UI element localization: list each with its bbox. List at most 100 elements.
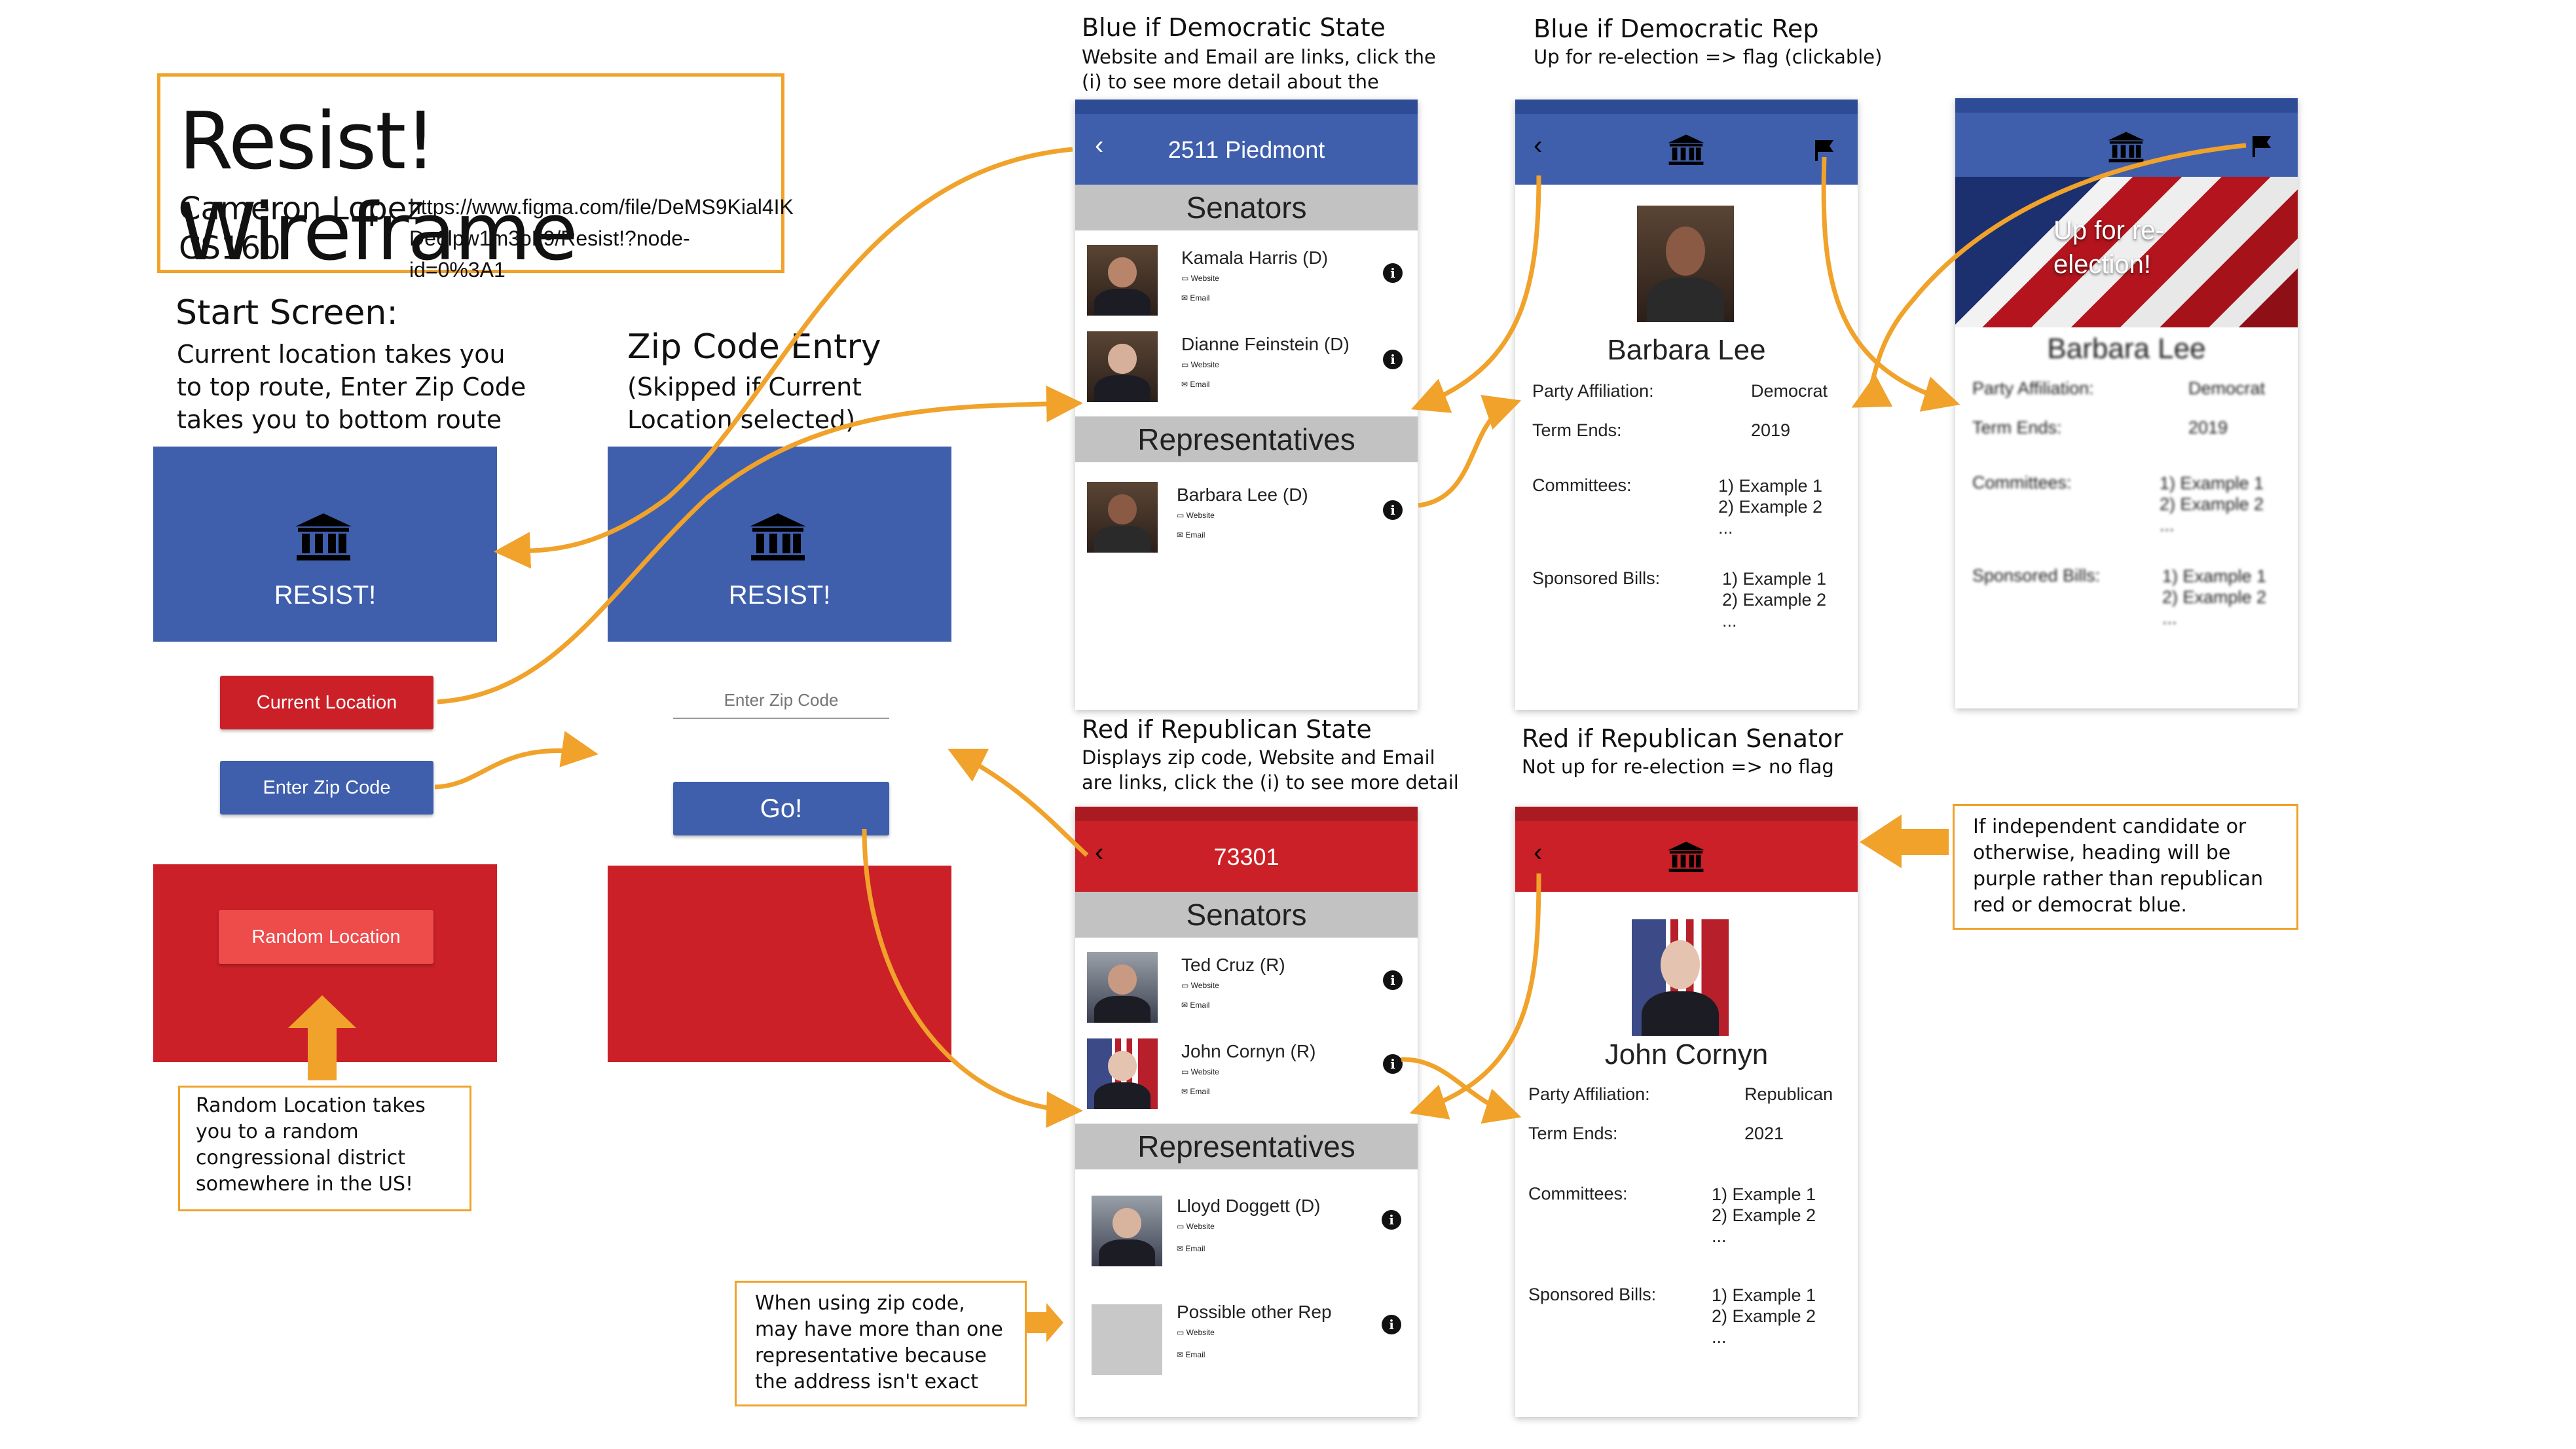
- senator-portrait: [1632, 919, 1729, 1036]
- rep-portrait: [1637, 206, 1734, 322]
- party-label: Party Affiliation:: [1532, 381, 1654, 401]
- list-item[interactable]: Kamala Harris (D) ▭ Website ✉ Email i: [1075, 237, 1418, 322]
- term-value: 2019: [1751, 420, 1791, 440]
- bills-label: Sponsored Bills:: [1972, 566, 2101, 585]
- reelection-banner-text: Up for re-election!: [2053, 216, 2164, 279]
- reelection-header: [1955, 98, 2298, 177]
- committees-list: 1) Example 1 2) Example 2...: [1718, 476, 1823, 538]
- senator-full-name: John Cornyn: [1604, 1038, 1769, 1071]
- capitol-icon: [2108, 132, 2144, 162]
- start-screen-heading: Start Screen:: [175, 293, 398, 333]
- rep-full-name: Barbara Lee: [2047, 333, 2206, 365]
- start-footer: Random Location: [153, 864, 497, 1062]
- start-header: RESIST!: [153, 447, 497, 642]
- info-icon[interactable]: i: [1383, 350, 1403, 369]
- rep-photo: [1092, 1196, 1162, 1266]
- list-item[interactable]: Possible other Rep ▭ Website ✉ Email i: [1075, 1285, 1418, 1383]
- zip-header: 73301: [1213, 843, 1279, 870]
- term-value: 2019: [2188, 418, 2228, 437]
- zip-footer: [608, 866, 951, 1062]
- dem-state-phone: ‹ 2511 Piedmont Senators Kamala Harris (…: [1075, 100, 1418, 710]
- email-link[interactable]: ✉ Email: [1177, 1244, 1205, 1253]
- committees-list: 1) Example 1 2) Example 2...: [1712, 1184, 1816, 1246]
- website-link[interactable]: ▭ Website: [1177, 1222, 1215, 1231]
- current-location-button[interactable]: Current Location: [220, 676, 433, 729]
- capitol-icon: [1668, 841, 1704, 872]
- start-screen-phone: RESIST! Current Location Enter Zip Code …: [153, 447, 497, 1062]
- status-bar: [1075, 807, 1418, 821]
- app-name: RESIST!: [274, 581, 377, 610]
- info-icon[interactable]: i: [1382, 1315, 1401, 1334]
- email-link[interactable]: ✉ Email: [1181, 380, 1209, 389]
- website-link[interactable]: ▭ Website: [1181, 360, 1219, 369]
- party-value: Democrat: [2188, 378, 2266, 398]
- email-link[interactable]: ✉ Email: [1177, 530, 1205, 540]
- dem-rep-caption-text: Up for re-election => flag (clickable): [1534, 46, 1883, 68]
- website-link[interactable]: ▭ Website: [1177, 511, 1215, 520]
- rep-name: Barbara Lee (D): [1177, 485, 1308, 505]
- dem-rep-header: ‹: [1515, 100, 1858, 185]
- location-header: 2511 Piedmont: [1168, 136, 1325, 163]
- rep-photo: [1087, 482, 1158, 553]
- senators-section: Senators: [1075, 892, 1418, 938]
- email-link[interactable]: ✉ Email: [1181, 1087, 1209, 1096]
- committees-label: Committees:: [1532, 475, 1632, 495]
- zip-header: RESIST!: [608, 447, 951, 642]
- zip-screen-description: (Skipped if Current Location selected): [627, 373, 862, 434]
- rep-state-phone: ‹ 73301 Senators Ted Cruz (R) ▭ Website …: [1075, 807, 1418, 1417]
- author-block: Cameron Lopez CS160: [179, 189, 423, 268]
- capitol-icon: [750, 513, 806, 560]
- website-link[interactable]: ▭ Website: [1181, 981, 1219, 990]
- back-chevron-icon[interactable]: ‹: [1534, 838, 1542, 868]
- figma-link[interactable]: https://www.figma.com/file/DeMS9Kial4IK …: [409, 191, 794, 285]
- list-item[interactable]: John Cornyn (R) ▭ Website ✉ Email i: [1075, 1031, 1418, 1116]
- dem-state-header: ‹ 2511 Piedmont: [1075, 100, 1418, 185]
- rep-senator-header: ‹: [1515, 807, 1858, 892]
- info-icon[interactable]: i: [1383, 1054, 1403, 1074]
- zip-code-input[interactable]: [673, 682, 889, 719]
- website-link[interactable]: ▭ Website: [1177, 1328, 1215, 1337]
- website-link[interactable]: ▭ Website: [1181, 1067, 1219, 1076]
- term-label: Term Ends:: [1532, 420, 1622, 440]
- rep-state-caption-title: Red if Republican State: [1082, 715, 1372, 744]
- go-button[interactable]: Go!: [673, 782, 889, 835]
- course-code: CS160: [179, 230, 281, 266]
- website-link[interactable]: ▭ Website: [1181, 274, 1219, 283]
- reelection-phone: Up for re-election! Barbara Lee Party Af…: [1955, 98, 2298, 708]
- list-item[interactable]: Lloyd Doggett (D) ▭ Website ✉ Email i: [1075, 1181, 1418, 1279]
- bills-list: 1) Example 1 2) Example 2...: [2162, 566, 2267, 628]
- email-link[interactable]: ✉ Email: [1181, 293, 1209, 303]
- email-link[interactable]: ✉ Email: [1181, 1000, 1209, 1010]
- info-icon[interactable]: i: [1382, 1210, 1401, 1230]
- bills-list: 1) Example 1 2) Example 2...: [1712, 1285, 1816, 1347]
- list-item[interactable]: Barbara Lee (D) ▭ Website ✉ Email i: [1075, 474, 1418, 559]
- rep-name: Possible other Rep: [1177, 1302, 1332, 1322]
- rep-state-caption-text: Displays zip code, Website and Email are…: [1082, 746, 1459, 794]
- info-icon[interactable]: i: [1383, 970, 1403, 990]
- flag-icon[interactable]: [2251, 135, 2272, 158]
- random-location-button[interactable]: Random Location: [219, 910, 433, 964]
- rep-senator-caption-text: Not up for re-election => no flag: [1522, 756, 1834, 778]
- senator-photo: [1087, 952, 1158, 1023]
- email-link[interactable]: ✉ Email: [1177, 1350, 1205, 1359]
- us-flag-banner[interactable]: Up for re-election!: [1955, 177, 2298, 327]
- party-label: Party Affiliation:: [1972, 378, 2094, 398]
- status-bar: [1075, 100, 1418, 114]
- dem-rep-phone: ‹ Barbara Lee Party Affiliation: Democra…: [1515, 100, 1858, 710]
- party-value: Republican: [1744, 1084, 1833, 1104]
- back-chevron-icon[interactable]: ‹: [1534, 131, 1542, 160]
- senator-name: Kamala Harris (D): [1181, 248, 1329, 268]
- bills-label: Sponsored Bills:: [1528, 1285, 1657, 1304]
- senator-name: Dianne Feinstein (D): [1181, 334, 1350, 354]
- rep-full-name: Barbara Lee: [1607, 334, 1766, 366]
- flag-icon[interactable]: [1814, 139, 1835, 162]
- list-item[interactable]: Ted Cruz (R) ▭ Website ✉ Email i: [1075, 944, 1418, 1029]
- capitol-icon: [1668, 134, 1704, 165]
- independent-note: If independent candidate or otherwise, h…: [1953, 804, 2298, 930]
- committees-label: Committees:: [1972, 473, 2072, 492]
- enter-zip-button[interactable]: Enter Zip Code: [220, 761, 433, 815]
- info-icon[interactable]: i: [1383, 263, 1403, 283]
- zip-code-note: When using zip code, may have more than …: [735, 1281, 1027, 1406]
- info-icon[interactable]: i: [1383, 500, 1403, 520]
- list-item[interactable]: Dianne Feinstein (D) ▭ Website ✉ Email i: [1075, 323, 1418, 409]
